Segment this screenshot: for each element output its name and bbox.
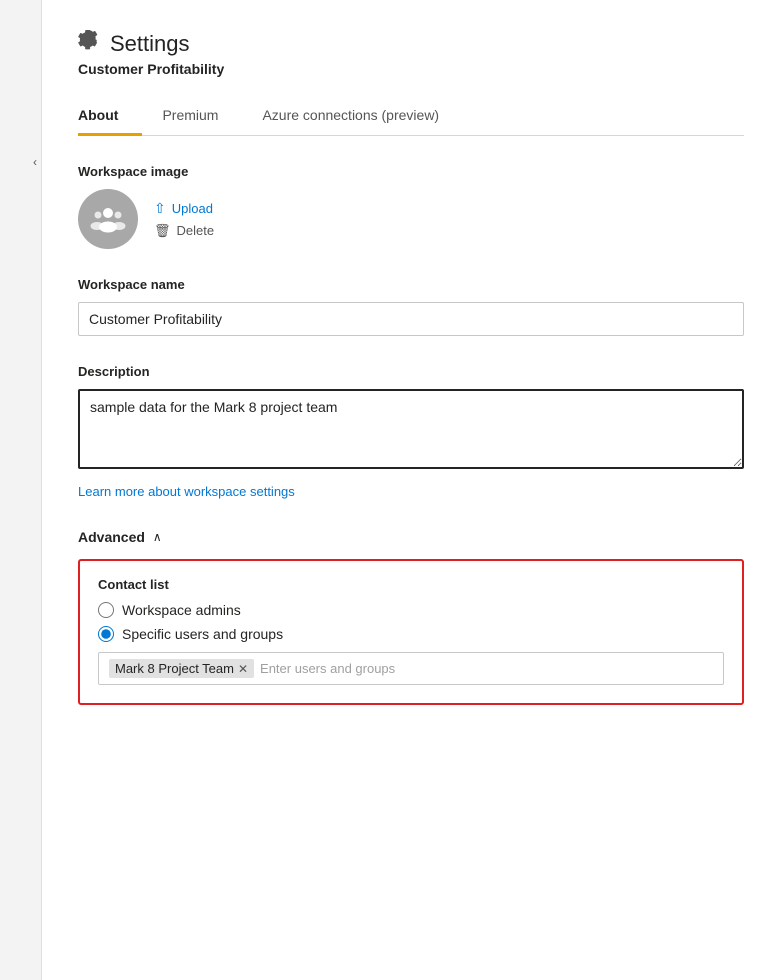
- upload-label: Upload: [172, 201, 213, 216]
- users-groups-placeholder: Enter users and groups: [260, 661, 713, 676]
- header-section: Settings Customer Profitability: [78, 30, 744, 77]
- delete-label: Delete: [177, 223, 215, 238]
- advanced-toggle[interactable]: Advanced ∧: [78, 529, 744, 545]
- main-panel: Settings Customer Profitability About Pr…: [42, 0, 780, 980]
- description-label: Description: [78, 364, 744, 379]
- radio-specific-users-label: Specific users and groups: [122, 626, 283, 642]
- left-sidebar-strip: ‹: [0, 0, 42, 980]
- gear-icon: [78, 30, 100, 57]
- tabs-row: About Premium Azure connections (preview…: [78, 97, 744, 136]
- description-textarea[interactable]: sample data for the Mark 8 project team: [78, 389, 744, 469]
- description-section: Description sample data for the Mark 8 p…: [78, 364, 744, 474]
- chevron-up-icon: ∧: [153, 530, 162, 544]
- image-actions: ⇧ Upload 🗑 Delete: [154, 200, 214, 239]
- workspace-image-label: Workspace image: [78, 164, 744, 179]
- radio-workspace-admins-label: Workspace admins: [122, 602, 241, 618]
- tag-close-icon[interactable]: ✕: [238, 663, 248, 675]
- tab-azure[interactable]: Azure connections (preview): [262, 97, 463, 136]
- advanced-toggle-label: Advanced: [78, 529, 145, 545]
- upload-icon: ⇧: [154, 200, 166, 217]
- contact-list-label: Contact list: [98, 577, 724, 592]
- page-wrapper: ‹ Settings Customer Profitability About …: [0, 0, 780, 980]
- workspace-image-section: Workspace image ⇧ Up: [78, 164, 744, 249]
- workspace-name-section: Workspace name: [78, 277, 744, 336]
- page-subtitle: Customer Profitability: [78, 61, 744, 77]
- tab-premium[interactable]: Premium: [162, 97, 242, 136]
- workspace-avatar: [78, 189, 138, 249]
- workspace-image-row: ⇧ Upload 🗑 Delete: [78, 189, 744, 249]
- radio-workspace-admins-input[interactable]: [98, 602, 114, 618]
- delete-icon: 🗑: [154, 223, 171, 239]
- learn-more-link[interactable]: Learn more about workspace settings: [78, 484, 295, 499]
- tag-label: Mark 8 Project Team: [115, 661, 234, 676]
- collapse-arrow-icon[interactable]: ‹: [33, 155, 37, 169]
- group-icon: [90, 201, 126, 237]
- tab-about[interactable]: About: [78, 97, 142, 136]
- contact-list-box: Contact list Workspace admins Specific u…: [78, 559, 744, 705]
- upload-button[interactable]: ⇧ Upload: [154, 200, 214, 217]
- radio-specific-users[interactable]: Specific users and groups: [98, 626, 724, 642]
- workspace-name-input[interactable]: [78, 302, 744, 336]
- page-title: Settings: [110, 31, 190, 57]
- radio-workspace-admins[interactable]: Workspace admins: [98, 602, 724, 618]
- tag-mark8: Mark 8 Project Team ✕: [109, 659, 254, 678]
- settings-title-row: Settings: [78, 30, 744, 57]
- delete-button[interactable]: 🗑 Delete: [154, 223, 214, 239]
- users-groups-input[interactable]: Mark 8 Project Team ✕ Enter users and gr…: [98, 652, 724, 685]
- radio-specific-users-input[interactable]: [98, 626, 114, 642]
- workspace-name-label: Workspace name: [78, 277, 744, 292]
